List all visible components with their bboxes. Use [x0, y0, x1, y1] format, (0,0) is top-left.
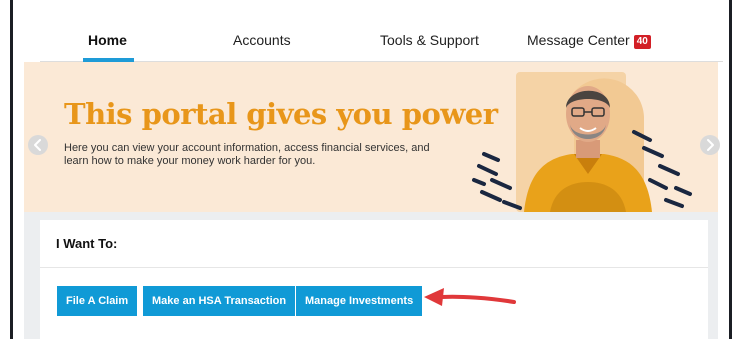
carousel-next-button[interactable]	[700, 135, 720, 155]
manage-investments-button[interactable]: Manage Investments	[296, 286, 423, 316]
file-a-claim-button[interactable]: File A Claim	[57, 286, 138, 316]
chevron-right-icon	[707, 139, 714, 151]
tab-message-center-label: Message Center	[527, 32, 630, 48]
hero-description: Here you can view your account informati…	[64, 142, 430, 167]
annotation-arrow-icon	[424, 288, 516, 306]
main-nav: Home Accounts Tools & Support Message Ce…	[40, 20, 723, 62]
hero-person-illustration	[472, 72, 692, 212]
i-want-to-card: I Want To: File A Claim Make an HSA Tran…	[40, 220, 708, 339]
tab-tools-support[interactable]: Tools & Support	[380, 32, 479, 48]
card-title: I Want To:	[56, 236, 118, 251]
tab-accounts[interactable]: Accounts	[233, 32, 291, 48]
portal-page: Home Accounts Tools & Support Message Ce…	[0, 0, 740, 339]
tab-home[interactable]: Home	[88, 32, 127, 48]
hero-title: This portal gives you power	[64, 97, 498, 131]
message-count-badge: 40	[633, 35, 651, 49]
carousel-prev-button[interactable]	[28, 135, 48, 155]
window-border-right	[729, 0, 732, 339]
window-border-left	[10, 0, 13, 339]
make-hsa-transaction-button[interactable]: Make an HSA Transaction	[143, 286, 296, 316]
tab-message-center[interactable]: Message Center 40	[527, 32, 651, 49]
card-divider	[40, 267, 708, 268]
chevron-left-icon	[34, 139, 41, 151]
hero-banner: This portal gives you power Here you can…	[24, 62, 718, 212]
